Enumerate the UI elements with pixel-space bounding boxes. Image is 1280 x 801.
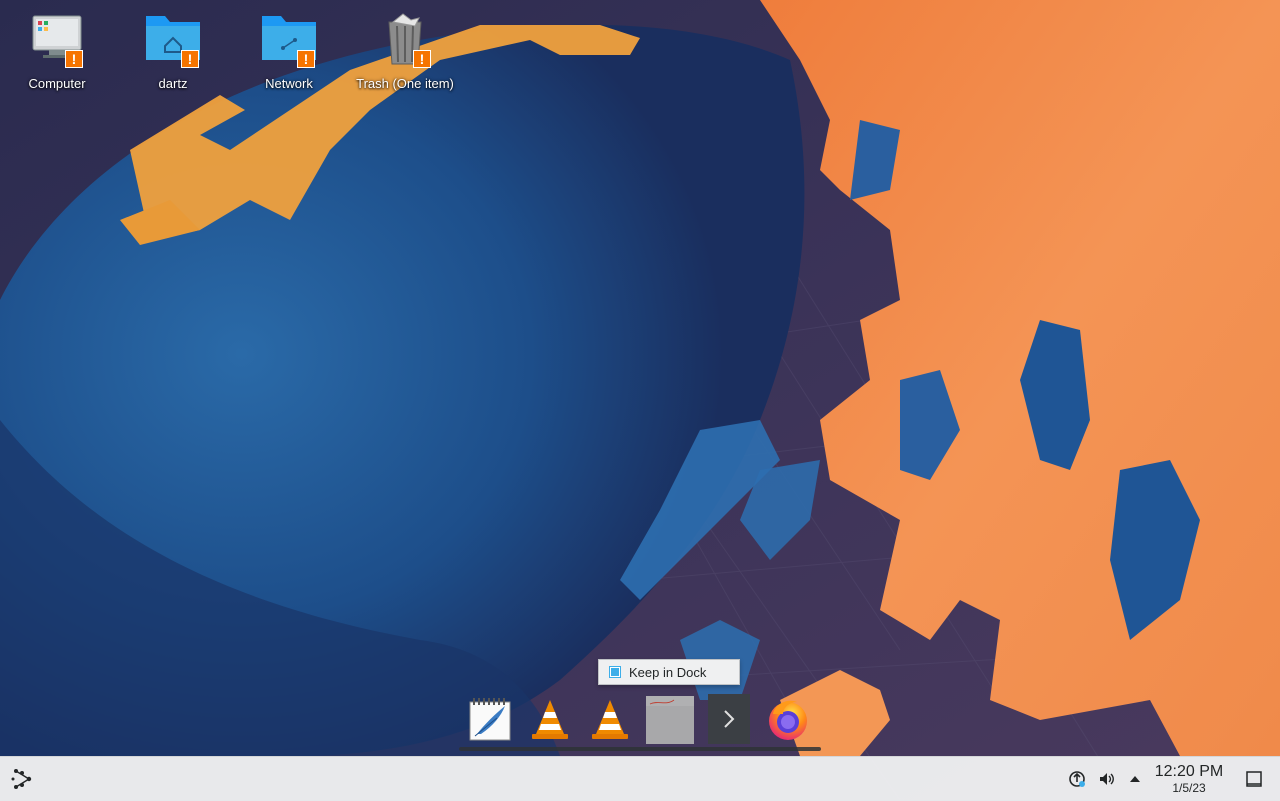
- warning-badge: !: [413, 50, 431, 68]
- volume-icon[interactable]: [1096, 757, 1118, 801]
- network-folder-icon: !: [259, 8, 319, 68]
- text-editor-icon[interactable]: [466, 694, 514, 744]
- dock: [462, 694, 822, 746]
- keep-in-dock-menu[interactable]: Keep in Dock: [598, 659, 740, 685]
- desktop-icon-label: Computer: [28, 76, 86, 91]
- desktop-icon-computer[interactable]: ! Computer: [2, 8, 112, 100]
- vlc-icon[interactable]: [526, 694, 574, 744]
- desktop-icon-label: Trash (One item): [356, 76, 454, 91]
- updates-icon[interactable]: [1066, 757, 1088, 801]
- desktop-icon-dartz[interactable]: ! dartz: [118, 8, 228, 100]
- expand-tray-icon[interactable]: [1124, 757, 1146, 801]
- application-launcher-icon[interactable]: [6, 757, 38, 801]
- document-window-thumbnail[interactable]: [646, 694, 694, 744]
- computer-icon: !: [27, 8, 87, 68]
- desktop-icon-trash[interactable]: ! Trash (One item): [350, 8, 460, 100]
- desktop-icon-label: Network: [265, 76, 313, 91]
- clock-time: 12:20 PM: [1154, 763, 1224, 780]
- vlc-icon[interactable]: [586, 694, 634, 744]
- warning-badge: !: [65, 50, 83, 68]
- firefox-icon[interactable]: [764, 694, 812, 744]
- digital-clock[interactable]: 12:20 PM 1/5/23: [1146, 763, 1232, 795]
- chevron-right-icon[interactable]: [708, 694, 750, 744]
- warning-badge: !: [297, 50, 315, 68]
- trash-icon: !: [375, 8, 435, 68]
- checkbox-check-mark: [611, 668, 619, 676]
- desktop-icon-network[interactable]: ! Network: [234, 8, 344, 100]
- home-folder-icon: !: [143, 8, 203, 68]
- taskbar-panel: 12:20 PM 1/5/23: [0, 756, 1280, 801]
- desktop-icon-label: dartz: [158, 76, 188, 91]
- dock-shelf: [459, 747, 821, 751]
- warning-badge: !: [181, 50, 199, 68]
- keep-in-dock-checkbox[interactable]: [609, 666, 621, 678]
- keep-in-dock-label: Keep in Dock: [629, 664, 707, 680]
- clock-date: 1/5/23: [1172, 781, 1206, 795]
- show-desktop-icon[interactable]: [1242, 757, 1266, 801]
